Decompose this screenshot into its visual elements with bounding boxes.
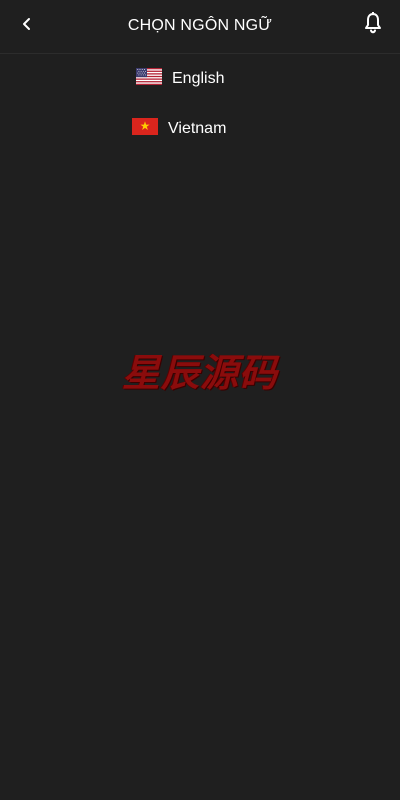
bell-icon — [363, 11, 383, 39]
us-flag-icon — [136, 68, 162, 90]
language-option-vietnam[interactable]: Vietnam — [0, 109, 400, 149]
language-label: English — [172, 70, 225, 87]
page-title: CHỌN NGÔN NGỮ — [127, 17, 273, 34]
vn-flag-icon — [132, 118, 158, 140]
language-option-english[interactable]: English — [0, 59, 400, 99]
top-app-bar: CHỌN NGÔN NGỮ — [0, 0, 400, 54]
notification-button[interactable] — [360, 11, 386, 39]
language-label: Vietnam — [168, 120, 227, 137]
watermark-text: 星辰源码 — [121, 351, 278, 395]
language-select-screen: CHỌN NGÔN NGỮ English Vietnam 星辰源码 — [0, 0, 400, 800]
